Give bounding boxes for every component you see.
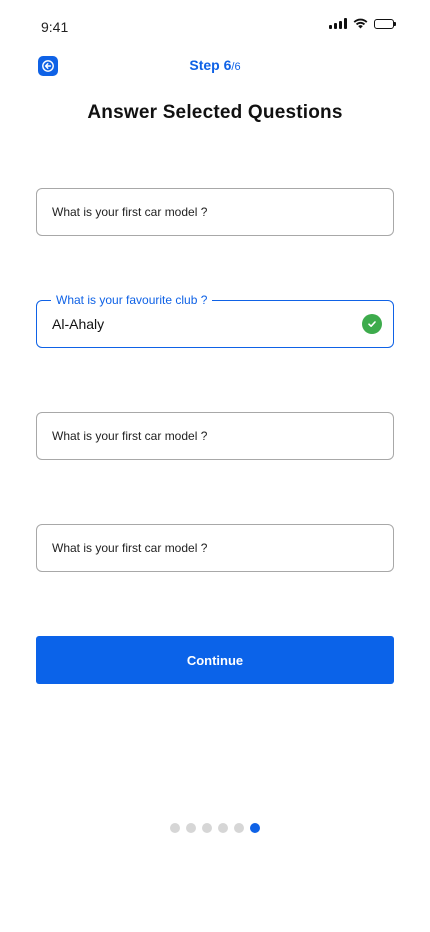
- page-title: Answer Selected Questions: [87, 102, 343, 123]
- step-label: Step: [189, 57, 224, 73]
- pagination-dot: [234, 823, 244, 833]
- status-icons: [329, 18, 396, 29]
- step-total: /6: [231, 61, 241, 73]
- pagination: [0, 823, 430, 833]
- pagination-dot: [186, 823, 196, 833]
- question-input-1[interactable]: [52, 189, 372, 235]
- question-field-4[interactable]: [36, 524, 394, 572]
- wifi-icon: [353, 18, 368, 29]
- pagination-dot: [170, 823, 180, 833]
- question-field-3[interactable]: [36, 412, 394, 460]
- question-field-1[interactable]: [36, 188, 394, 236]
- question-input-3[interactable]: [52, 413, 372, 459]
- status-bar: 9:41: [0, 0, 430, 50]
- cellular-signal-icon: [329, 18, 347, 29]
- question-input-4[interactable]: [52, 525, 372, 571]
- step-indicator: Step 6/6: [0, 57, 430, 73]
- pagination-dot-active: [250, 823, 260, 833]
- question-field-2[interactable]: What is your favourite club ?: [36, 293, 394, 348]
- status-time: 9:41: [41, 19, 69, 35]
- continue-button[interactable]: Continue: [36, 636, 394, 684]
- battery-icon: [374, 18, 396, 29]
- question-input-2[interactable]: [52, 301, 372, 347]
- check-circle-icon: [362, 314, 382, 334]
- pagination-dot: [218, 823, 228, 833]
- pagination-dot: [202, 823, 212, 833]
